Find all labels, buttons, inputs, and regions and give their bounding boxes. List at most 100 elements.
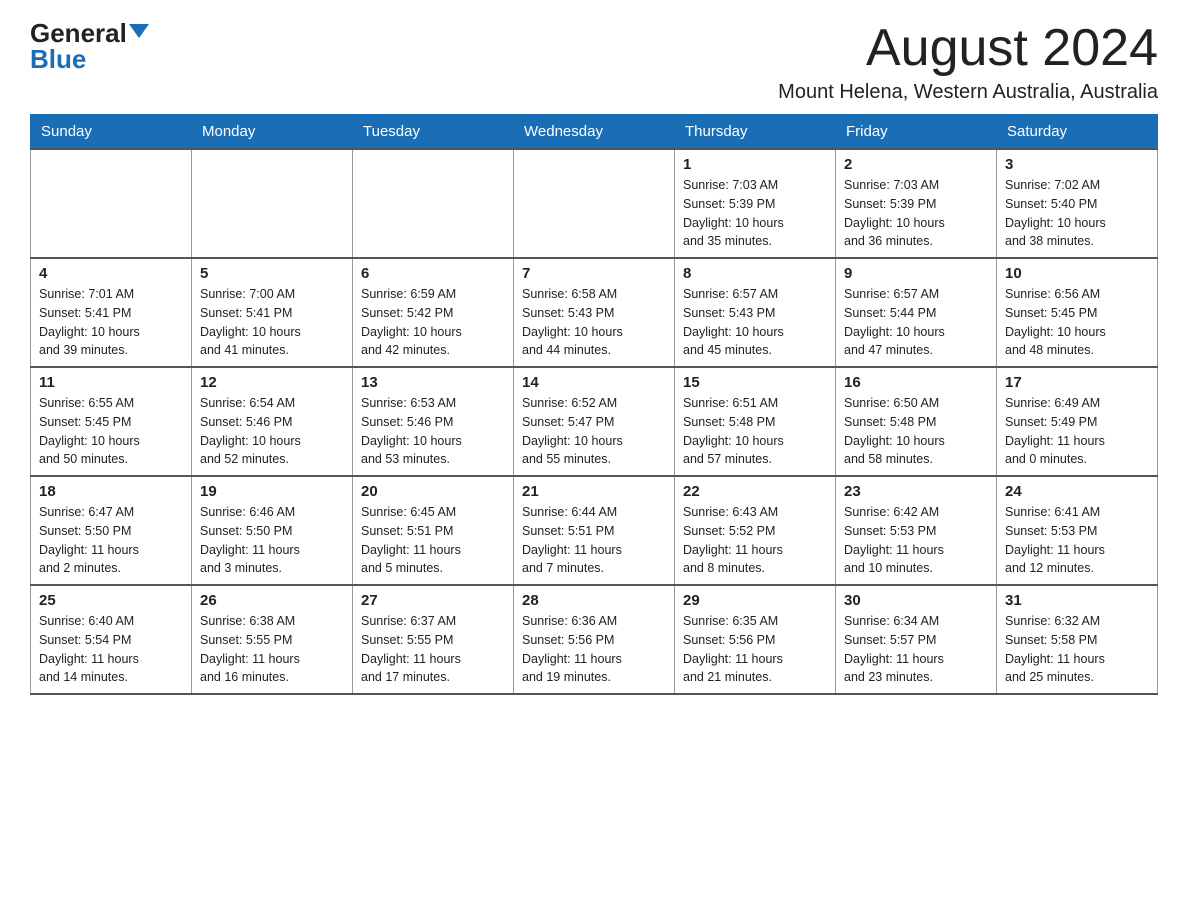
calendar-cell: 31Sunrise: 6:32 AM Sunset: 5:58 PM Dayli… <box>997 585 1158 694</box>
week-row-4: 18 Sunrise: 6:47 AM Sunset: 5:50 PM Dayli… <box>31 476 1158 585</box>
col-header-tuesday: Tuesday <box>353 115 514 150</box>
day-info: Sunrise: 6:52 AM Sunset: 5:47 PM Dayligh… <box>522 394 666 469</box>
day-info: Sunrise: 6:45 AM Sunset: 5:51 PM Dayligh… <box>361 503 505 578</box>
day-number: 9 <box>844 265 988 282</box>
day-info: Sunrise: 6:47 AM Sunset: 5:50 PM Dayligh… <box>39 503 183 578</box>
calendar-cell: 6 Sunrise: 6:59 AM Sunset: 5:42 PM Daylig… <box>353 258 514 367</box>
calendar-cell: 21Sunrise: 6:44 AM Sunset: 5:51 PM Dayli… <box>514 476 675 585</box>
day-info: Sunrise: 6:49 AM Sunset: 5:49 PM Dayligh… <box>1005 394 1149 469</box>
day-info: Sunrise: 6:35 AM Sunset: 5:56 PM Dayligh… <box>683 612 827 687</box>
day-info: Sunrise: 6:36 AM Sunset: 5:56 PM Dayligh… <box>522 612 666 687</box>
day-number: 8 <box>683 265 827 282</box>
col-header-thursday: Thursday <box>675 115 836 150</box>
day-info: Sunrise: 7:03 AM Sunset: 5:39 PM Dayligh… <box>844 176 988 251</box>
day-number: 15 <box>683 374 827 391</box>
title-area: August 2024 Mount Helena, Western Austra… <box>778 20 1158 104</box>
day-info: Sunrise: 6:43 AM Sunset: 5:52 PM Dayligh… <box>683 503 827 578</box>
day-number: 7 <box>522 265 666 282</box>
calendar-cell: 20 Sunrise: 6:45 AM Sunset: 5:51 PM Dayli… <box>353 476 514 585</box>
calendar-cell: 29 Sunrise: 6:35 AM Sunset: 5:56 PM Dayli… <box>675 585 836 694</box>
day-info: Sunrise: 7:00 AM Sunset: 5:41 PM Dayligh… <box>200 285 344 360</box>
day-number: 27 <box>361 592 505 609</box>
day-info: Sunrise: 6:57 AM Sunset: 5:43 PM Dayligh… <box>683 285 827 360</box>
day-number: 19 <box>200 483 344 500</box>
day-number: 30 <box>844 592 988 609</box>
day-number: 21 <box>522 483 666 500</box>
calendar-cell: 27Sunrise: 6:37 AM Sunset: 5:55 PM Dayli… <box>353 585 514 694</box>
day-number: 16 <box>844 374 988 391</box>
calendar-cell: 14 Sunrise: 6:52 AM Sunset: 5:47 PM Dayli… <box>514 367 675 476</box>
day-info: Sunrise: 6:42 AM Sunset: 5:53 PM Dayligh… <box>844 503 988 578</box>
day-number: 29 <box>683 592 827 609</box>
calendar-cell <box>353 149 514 258</box>
col-header-monday: Monday <box>192 115 353 150</box>
day-info: Sunrise: 6:51 AM Sunset: 5:48 PM Dayligh… <box>683 394 827 469</box>
calendar-cell: 9Sunrise: 6:57 AM Sunset: 5:44 PM Daylig… <box>836 258 997 367</box>
col-header-friday: Friday <box>836 115 997 150</box>
day-info: Sunrise: 6:54 AM Sunset: 5:46 PM Dayligh… <box>200 394 344 469</box>
day-number: 2 <box>844 156 988 173</box>
day-number: 10 <box>1005 265 1149 282</box>
calendar-cell: 8 Sunrise: 6:57 AM Sunset: 5:43 PM Daylig… <box>675 258 836 367</box>
calendar-cell: 4 Sunrise: 7:01 AM Sunset: 5:41 PM Daylig… <box>31 258 192 367</box>
day-number: 17 <box>1005 374 1149 391</box>
calendar-cell: 13Sunrise: 6:53 AM Sunset: 5:46 PM Dayli… <box>353 367 514 476</box>
calendar-cell: 11Sunrise: 6:55 AM Sunset: 5:45 PM Dayli… <box>31 367 192 476</box>
day-number: 3 <box>1005 156 1149 173</box>
calendar-cell <box>514 149 675 258</box>
calendar-cell: 15 Sunrise: 6:51 AM Sunset: 5:48 PM Dayli… <box>675 367 836 476</box>
calendar-cell: 23Sunrise: 6:42 AM Sunset: 5:53 PM Dayli… <box>836 476 997 585</box>
calendar-cell: 1 Sunrise: 7:03 AM Sunset: 5:39 PM Daylig… <box>675 149 836 258</box>
calendar-cell: 2 Sunrise: 7:03 AM Sunset: 5:39 PM Daylig… <box>836 149 997 258</box>
col-header-saturday: Saturday <box>997 115 1158 150</box>
calendar-cell: 17 Sunrise: 6:49 AM Sunset: 5:49 PM Dayli… <box>997 367 1158 476</box>
week-row-3: 11Sunrise: 6:55 AM Sunset: 5:45 PM Dayli… <box>31 367 1158 476</box>
calendar-cell: 16 Sunrise: 6:50 AM Sunset: 5:48 PM Dayli… <box>836 367 997 476</box>
day-number: 22 <box>683 483 827 500</box>
day-number: 28 <box>522 592 666 609</box>
day-info: Sunrise: 6:59 AM Sunset: 5:42 PM Dayligh… <box>361 285 505 360</box>
calendar-cell: 22 Sunrise: 6:43 AM Sunset: 5:52 PM Dayli… <box>675 476 836 585</box>
day-number: 12 <box>200 374 344 391</box>
calendar-cell: 7Sunrise: 6:58 AM Sunset: 5:43 PM Daylig… <box>514 258 675 367</box>
day-info: Sunrise: 6:41 AM Sunset: 5:53 PM Dayligh… <box>1005 503 1149 578</box>
day-info: Sunrise: 7:03 AM Sunset: 5:39 PM Dayligh… <box>683 176 827 251</box>
day-info: Sunrise: 6:34 AM Sunset: 5:57 PM Dayligh… <box>844 612 988 687</box>
calendar-cell: 12 Sunrise: 6:54 AM Sunset: 5:46 PM Dayli… <box>192 367 353 476</box>
logo: General Blue <box>30 20 149 72</box>
day-info: Sunrise: 7:01 AM Sunset: 5:41 PM Dayligh… <box>39 285 183 360</box>
calendar-cell: 28 Sunrise: 6:36 AM Sunset: 5:56 PM Dayli… <box>514 585 675 694</box>
day-number: 6 <box>361 265 505 282</box>
day-number: 4 <box>39 265 183 282</box>
day-number: 1 <box>683 156 827 173</box>
day-info: Sunrise: 6:40 AM Sunset: 5:54 PM Dayligh… <box>39 612 183 687</box>
day-info: Sunrise: 6:56 AM Sunset: 5:45 PM Dayligh… <box>1005 285 1149 360</box>
location-title: Mount Helena, Western Australia, Austral… <box>778 81 1158 104</box>
logo-arrow-icon <box>129 24 149 38</box>
day-number: 18 <box>39 483 183 500</box>
logo-blue: Blue <box>30 46 86 72</box>
calendar-cell: 26 Sunrise: 6:38 AM Sunset: 5:55 PM Dayli… <box>192 585 353 694</box>
day-number: 5 <box>200 265 344 282</box>
calendar-cell <box>192 149 353 258</box>
calendar-cell: 5 Sunrise: 7:00 AM Sunset: 5:41 PM Daylig… <box>192 258 353 367</box>
col-header-wednesday: Wednesday <box>514 115 675 150</box>
day-info: Sunrise: 6:38 AM Sunset: 5:55 PM Dayligh… <box>200 612 344 687</box>
calendar-cell <box>31 149 192 258</box>
calendar-cell: 3Sunrise: 7:02 AM Sunset: 5:40 PM Daylig… <box>997 149 1158 258</box>
logo-general: General <box>30 20 127 46</box>
header-row: SundayMondayTuesdayWednesdayThursdayFrid… <box>31 115 1158 150</box>
day-info: Sunrise: 6:55 AM Sunset: 5:45 PM Dayligh… <box>39 394 183 469</box>
month-title: August 2024 <box>778 20 1158 77</box>
day-number: 25 <box>39 592 183 609</box>
day-info: Sunrise: 6:50 AM Sunset: 5:48 PM Dayligh… <box>844 394 988 469</box>
day-number: 14 <box>522 374 666 391</box>
calendar-cell: 19 Sunrise: 6:46 AM Sunset: 5:50 PM Dayli… <box>192 476 353 585</box>
page-header: General Blue August 2024 Mount Helena, W… <box>30 20 1158 104</box>
day-info: Sunrise: 6:46 AM Sunset: 5:50 PM Dayligh… <box>200 503 344 578</box>
calendar-cell: 18 Sunrise: 6:47 AM Sunset: 5:50 PM Dayli… <box>31 476 192 585</box>
col-header-sunday: Sunday <box>31 115 192 150</box>
day-number: 26 <box>200 592 344 609</box>
day-number: 24 <box>1005 483 1149 500</box>
day-number: 20 <box>361 483 505 500</box>
